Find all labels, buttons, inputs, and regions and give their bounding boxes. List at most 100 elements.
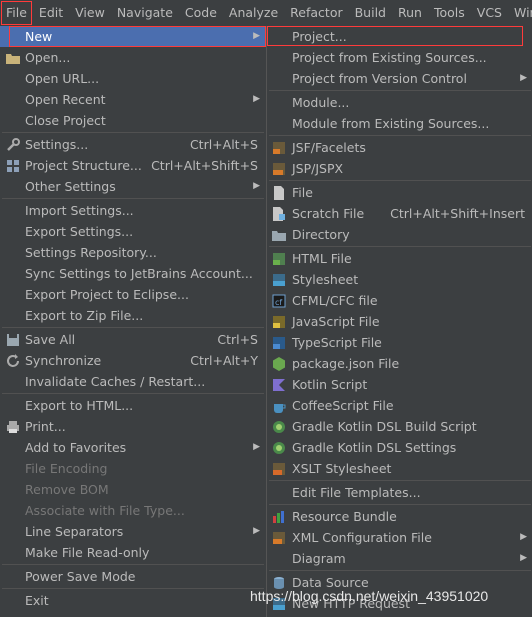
- menu-item-export-zip[interactable]: Export to Zip File...: [0, 305, 266, 326]
- menu-navigate[interactable]: Navigate: [111, 0, 179, 26]
- xslt-icon: [271, 461, 286, 476]
- menu-item-label: Print...: [25, 419, 66, 434]
- menu-item-print[interactable]: Print...: [0, 416, 266, 437]
- new-item-xslt[interactable]: XSLT Stylesheet: [267, 458, 532, 479]
- submenu-arrow-icon: ▶: [253, 181, 260, 191]
- new-item-jsf[interactable]: JSF/Facelets: [267, 137, 532, 158]
- new-item-edit-templates[interactable]: Edit File Templates...: [267, 482, 532, 503]
- kotlin-icon: [271, 377, 286, 392]
- menu-item-label: Gradle Kotlin DSL Build Script: [292, 419, 477, 434]
- new-item-gradle-settings[interactable]: Gradle Kotlin DSL Settings: [267, 437, 532, 458]
- new-item-kotlin-script[interactable]: Kotlin Script: [267, 374, 532, 395]
- new-item-cfml[interactable]: cf CFML/CFC file: [267, 290, 532, 311]
- new-item-typescript[interactable]: TypeScript File: [267, 332, 532, 353]
- menu-item-label: JSF/Facelets: [292, 140, 366, 155]
- menu-item-settings-repository[interactable]: Settings Repository...: [0, 242, 266, 263]
- menu-item-project-structure[interactable]: Project Structure... Ctrl+Alt+Shift+S: [0, 155, 266, 176]
- menu-item-export-eclipse[interactable]: Export Project to Eclipse...: [0, 284, 266, 305]
- cfml-icon: cf: [271, 293, 286, 308]
- new-item-coffeescript[interactable]: CoffeeScript File: [267, 395, 532, 416]
- menu-item-settings[interactable]: Settings... Ctrl+Alt+S: [0, 134, 266, 155]
- menu-item-label: Remove BOM: [25, 482, 109, 497]
- new-item-project-existing[interactable]: Project from Existing Sources...: [267, 47, 532, 68]
- menu-item-import-settings[interactable]: Import Settings...: [0, 200, 266, 221]
- file-menu: New ▶ Open... Open URL... Open Recent ▶ Cl…: [0, 26, 267, 617]
- new-item-project-vcs[interactable]: Project from Version Control ▶: [267, 68, 532, 89]
- menu-item-sync-settings[interactable]: Sync Settings to JetBrains Account...: [0, 263, 266, 284]
- menu-item-label: Associate with File Type...: [25, 503, 185, 518]
- gradle-icon: [271, 419, 286, 434]
- menu-item-label: Close Project: [25, 113, 106, 128]
- menu-edit[interactable]: Edit: [33, 0, 69, 26]
- menu-item-label: Open Recent: [25, 92, 106, 107]
- menu-item-close-project[interactable]: Close Project: [0, 110, 266, 131]
- menu-item-save-all[interactable]: Save All Ctrl+S: [0, 329, 266, 350]
- menu-item-label: CFML/CFC file: [292, 293, 378, 308]
- new-item-jsp[interactable]: JSP/JSPX: [267, 158, 532, 179]
- new-item-directory[interactable]: Directory: [267, 224, 532, 245]
- menu-item-label: Stylesheet: [292, 272, 359, 287]
- menu-item-add-favorites[interactable]: Add to Favorites ▶: [0, 437, 266, 458]
- new-item-stylesheet[interactable]: Stylesheet: [267, 269, 532, 290]
- menu-separator: [2, 393, 264, 394]
- submenu-arrow-icon: ▶: [520, 532, 527, 542]
- menu-item-open[interactable]: Open...: [0, 47, 266, 68]
- menu-item-remove-bom: Remove BOM: [0, 479, 266, 500]
- menu-item-label: TypeScript File: [292, 335, 382, 350]
- menu-item-label: Open...: [25, 50, 71, 65]
- new-item-resource-bundle[interactable]: Resource Bundle: [267, 506, 532, 527]
- menu-item-label: Export Settings...: [25, 224, 134, 239]
- menu-separator: [2, 198, 264, 199]
- new-item-html[interactable]: HTML File: [267, 248, 532, 269]
- menu-separator: [2, 327, 264, 328]
- scratch-icon: [271, 206, 286, 221]
- menu-item-exit[interactable]: Exit: [0, 590, 266, 611]
- new-item-file[interactable]: File: [267, 182, 532, 203]
- menu-item-other-settings[interactable]: Other Settings ▶: [0, 176, 266, 197]
- menu-file[interactable]: File: [0, 0, 33, 26]
- menu-separator: [269, 570, 531, 571]
- menu-refactor[interactable]: Refactor: [284, 0, 348, 26]
- menu-analyze[interactable]: Analyze: [223, 0, 284, 26]
- menu-item-label: Export to HTML...: [25, 398, 134, 413]
- menu-window[interactable]: Windo: [508, 0, 532, 26]
- highlight-box: [267, 26, 523, 46]
- menu-item-make-read-only[interactable]: Make File Read-only: [0, 542, 266, 563]
- shortcut-label: Ctrl+Alt+Y: [190, 353, 258, 368]
- new-item-javascript[interactable]: JavaScript File: [267, 311, 532, 332]
- new-item-module-existing[interactable]: Module from Existing Sources...: [267, 113, 532, 134]
- shortcut-label: Ctrl+Alt+S: [189, 137, 258, 152]
- menu-build[interactable]: Build: [349, 0, 392, 26]
- menu-item-invalidate-caches[interactable]: Invalidate Caches / Restart...: [0, 371, 266, 392]
- project-structure-icon: [5, 158, 20, 173]
- jsp-icon: [271, 161, 286, 176]
- menu-item-power-save[interactable]: Power Save Mode: [0, 566, 266, 587]
- menu-item-open-recent[interactable]: Open Recent ▶: [0, 89, 266, 110]
- new-item-gradle-build[interactable]: Gradle Kotlin DSL Build Script: [267, 416, 532, 437]
- menu-vcs[interactable]: VCS: [471, 0, 508, 26]
- new-item-diagram[interactable]: Diagram ▶: [267, 548, 532, 569]
- print-icon: [5, 419, 20, 434]
- menu-separator: [269, 135, 531, 136]
- menu-item-label: Open URL...: [25, 71, 100, 86]
- new-item-scratch[interactable]: Scratch File Ctrl+Alt+Shift+Insert: [267, 203, 532, 224]
- new-item-xml-config[interactable]: XML Configuration File ▶: [267, 527, 532, 548]
- menu-item-line-separators[interactable]: Line Separators ▶: [0, 521, 266, 542]
- menu-tools[interactable]: Tools: [428, 0, 471, 26]
- gradle-icon: [271, 440, 286, 455]
- menu-item-export-html[interactable]: Export to HTML...: [0, 395, 266, 416]
- menu-item-label: JSP/JSPX: [292, 161, 344, 176]
- menu-item-export-settings[interactable]: Export Settings...: [0, 221, 266, 242]
- submenu-arrow-icon: ▶: [253, 94, 260, 104]
- menu-view[interactable]: View: [69, 0, 111, 26]
- new-item-package-json[interactable]: package.json File: [267, 353, 532, 374]
- menu-run[interactable]: Run: [392, 0, 428, 26]
- menu-item-open-url[interactable]: Open URL...: [0, 68, 266, 89]
- menu-code[interactable]: Code: [179, 0, 223, 26]
- menu-item-label: HTML File: [292, 251, 352, 266]
- menu-item-synchronize[interactable]: Synchronize Ctrl+Alt+Y: [0, 350, 266, 371]
- menu-item-label: Add to Favorites: [25, 440, 127, 455]
- js-icon: [271, 314, 286, 329]
- new-item-module[interactable]: Module...: [267, 92, 532, 113]
- submenu-arrow-icon: ▶: [253, 526, 260, 536]
